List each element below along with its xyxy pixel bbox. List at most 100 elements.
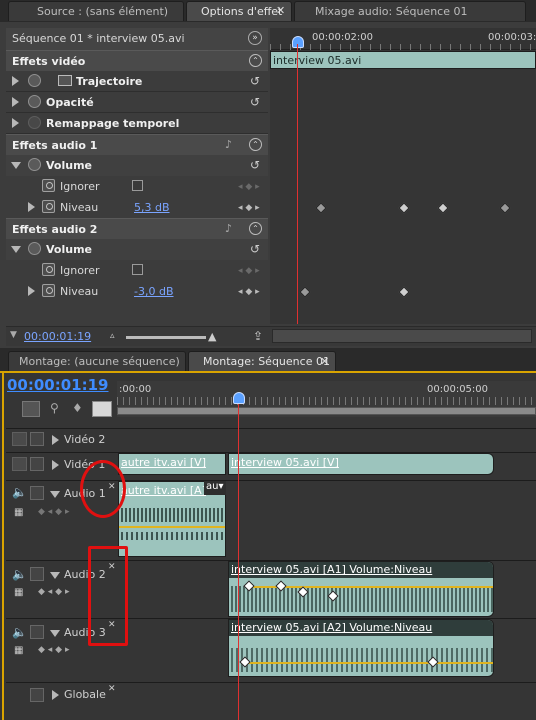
- clip-a1-dropdown[interactable]: au▾: [204, 481, 226, 495]
- audio1-level-value[interactable]: 5,3 dB: [134, 201, 170, 214]
- drop-icon[interactable]: ♦: [72, 401, 83, 415]
- expand-triangle-icon[interactable]: [52, 460, 59, 470]
- stopwatch-icon[interactable]: [42, 200, 55, 213]
- zoom-slider[interactable]: [126, 336, 206, 339]
- stopwatch-icon[interactable]: [42, 263, 55, 276]
- speaker-icon[interactable]: 🔈: [12, 625, 27, 639]
- lock-icon[interactable]: [30, 625, 44, 639]
- audio2-ignore-checkbox[interactable]: [132, 264, 143, 275]
- lock-icon[interactable]: [30, 432, 44, 446]
- expand-triangle-icon[interactable]: [52, 435, 59, 445]
- keyframe-nav-icon[interactable]: ◆ ◂ ◆ ▸: [38, 645, 69, 655]
- stopwatch-icon[interactable]: [42, 179, 55, 192]
- lock-icon[interactable]: [30, 688, 44, 702]
- clip-v1-autre[interactable]: autre itv.avi [V]: [118, 453, 226, 475]
- keyframe-nav-icon[interactable]: ◆ ◂ ◆ ▸: [38, 587, 69, 597]
- collapse-icon[interactable]: ⌃: [249, 54, 262, 67]
- expand-triangle-icon[interactable]: [28, 202, 35, 212]
- keyframe-display-icon[interactable]: ▦: [14, 507, 23, 518]
- lock-icon[interactable]: [30, 457, 44, 471]
- timeline-timecode[interactable]: 00:00:01:19: [7, 376, 109, 394]
- keyframe-nav-icon[interactable]: ◂ ◆ ▸: [238, 266, 260, 276]
- audio1-volume-row[interactable]: Volume ↺: [6, 155, 268, 176]
- reset-icon[interactable]: ↺: [250, 74, 260, 88]
- collapse-triangle-icon[interactable]: [50, 630, 60, 637]
- marker-icon[interactable]: ⚲: [50, 401, 59, 415]
- eye-icon[interactable]: [12, 432, 27, 446]
- collapse-triangle-icon[interactable]: [50, 491, 60, 498]
- stopwatch-icon[interactable]: [42, 284, 55, 297]
- collapse-icon[interactable]: ⌃: [249, 222, 262, 235]
- collapse-triangle-icon[interactable]: [11, 162, 21, 169]
- effect-row-trajectoire[interactable]: Trajectoire ↺: [6, 71, 268, 92]
- close-icon[interactable]: ✕: [276, 4, 285, 17]
- fx-toggle-icon[interactable]: [28, 242, 41, 255]
- keyframe-nav-icon[interactable]: ◂ ◆ ▸: [238, 182, 260, 192]
- clip-a3-interview[interactable]: interview 05.avi [A2] Volume:Niveau: [228, 619, 494, 677]
- expand-triangle-icon[interactable]: [28, 286, 35, 296]
- expand-triangle-icon[interactable]: [52, 690, 59, 700]
- effect-row-opacite[interactable]: Opacité ↺: [6, 92, 268, 113]
- effect-row-remappage[interactable]: Remappage temporel: [6, 113, 268, 134]
- tab-timeline-empty[interactable]: Montage: (aucune séquence): [8, 351, 186, 371]
- collapse-icon[interactable]: ⌃: [249, 138, 262, 151]
- audio2-volume-row[interactable]: Volume ↺: [6, 239, 268, 260]
- keyframe-nav-icon[interactable]: ◂ ◆ ▸: [238, 287, 260, 297]
- sync-lock-icon[interactable]: ✕: [108, 684, 116, 694]
- bottom-expand-icon[interactable]: ▼: [10, 330, 17, 340]
- keyframe-display-icon[interactable]: ▦: [14, 645, 23, 656]
- audio1-ignore-checkbox[interactable]: [132, 180, 143, 191]
- speaker-icon[interactable]: 🔈: [12, 485, 27, 499]
- export-icon[interactable]: ⇪: [253, 329, 263, 343]
- timeline-playhead-line[interactable]: [238, 404, 239, 720]
- audio2-effects-header[interactable]: Effets audio 2 ♪ ⌃: [6, 218, 268, 239]
- effects-current-timecode[interactable]: 00:00:01:19: [24, 330, 91, 343]
- tab-audio-mixer-label: Mixage audio: Séquence 01: [315, 5, 468, 18]
- expand-timeline-icon[interactable]: »: [248, 31, 262, 45]
- keyframe-nav-icon[interactable]: ◂ ◆ ▸: [238, 203, 260, 213]
- effects-playhead-line[interactable]: [297, 44, 298, 324]
- clip-a2-interview[interactable]: interview 05.avi [A1] Volume:Niveau: [228, 561, 494, 617]
- reset-icon[interactable]: ↺: [250, 242, 260, 256]
- timeline-ruler[interactable]: :00:00 00:00:05:00: [117, 381, 536, 417]
- keyframe-display-icon[interactable]: ▦: [14, 587, 23, 598]
- lock-icon[interactable]: [30, 567, 44, 581]
- tab-timeline-sequence[interactable]: Montage: Séquence 01: [188, 351, 336, 371]
- audio2-level-value[interactable]: -3,0 dB: [134, 285, 174, 298]
- fx-toggle-icon[interactable]: [28, 74, 41, 87]
- eye-icon[interactable]: [12, 457, 27, 471]
- effects-time-ruler[interactable]: 00:00:02:00 00:00:03:0: [270, 28, 536, 50]
- zoom-out-icon[interactable]: ▵: [110, 331, 115, 341]
- video-effects-header[interactable]: Effets vidéo ⌃: [6, 50, 268, 71]
- reset-icon[interactable]: ↺: [250, 95, 260, 109]
- clip-v1-interview[interactable]: interview 05.avi [V]: [228, 453, 494, 475]
- audio2-level-label: Niveau: [60, 285, 99, 298]
- expand-triangle-icon[interactable]: [12, 118, 19, 128]
- fx-toggle-icon[interactable]: [28, 158, 41, 171]
- playhead-marker-icon[interactable]: [292, 36, 304, 48]
- work-area-bar[interactable]: [117, 407, 536, 415]
- keyframe-nav-icon[interactable]: ◆ ◂ ◆ ▸: [38, 507, 69, 517]
- collapse-triangle-icon[interactable]: [50, 572, 60, 579]
- close-icon[interactable]: ✕: [320, 355, 329, 368]
- collapse-triangle-icon[interactable]: [11, 246, 21, 253]
- tab-source[interactable]: Source : (sans élément): [8, 1, 184, 21]
- expand-triangle-icon[interactable]: [12, 97, 19, 107]
- timeline-playhead-marker-icon[interactable]: [233, 392, 245, 404]
- annotation-circle: [80, 460, 126, 518]
- effect-opacite-label: Opacité: [46, 96, 94, 109]
- expand-triangle-icon[interactable]: [12, 76, 19, 86]
- snap-button[interactable]: [22, 401, 40, 417]
- audio1-effects-header[interactable]: Effets audio 1 ♪ ⌃: [6, 134, 268, 155]
- lock-icon[interactable]: [30, 486, 44, 500]
- speaker-icon[interactable]: 🔈: [12, 567, 27, 581]
- keyframe-toggle-button[interactable]: [92, 401, 112, 417]
- zoom-in-icon[interactable]: ▲: [208, 330, 216, 343]
- clip-a3-label[interactable]: interview 05.avi [A2] Volume:Niveau: [231, 621, 432, 634]
- audio1-effects-title: Effets audio 1: [12, 139, 98, 152]
- effects-horizontal-scrollbar[interactable]: [272, 329, 532, 343]
- clip-a2-label[interactable]: interview 05.avi [A1] Volume:Niveau: [231, 563, 432, 576]
- tab-audio-mixer[interactable]: Mixage audio: Séquence 01: [294, 1, 526, 21]
- fx-toggle-icon[interactable]: [28, 95, 41, 108]
- reset-icon[interactable]: ↺: [250, 158, 260, 172]
